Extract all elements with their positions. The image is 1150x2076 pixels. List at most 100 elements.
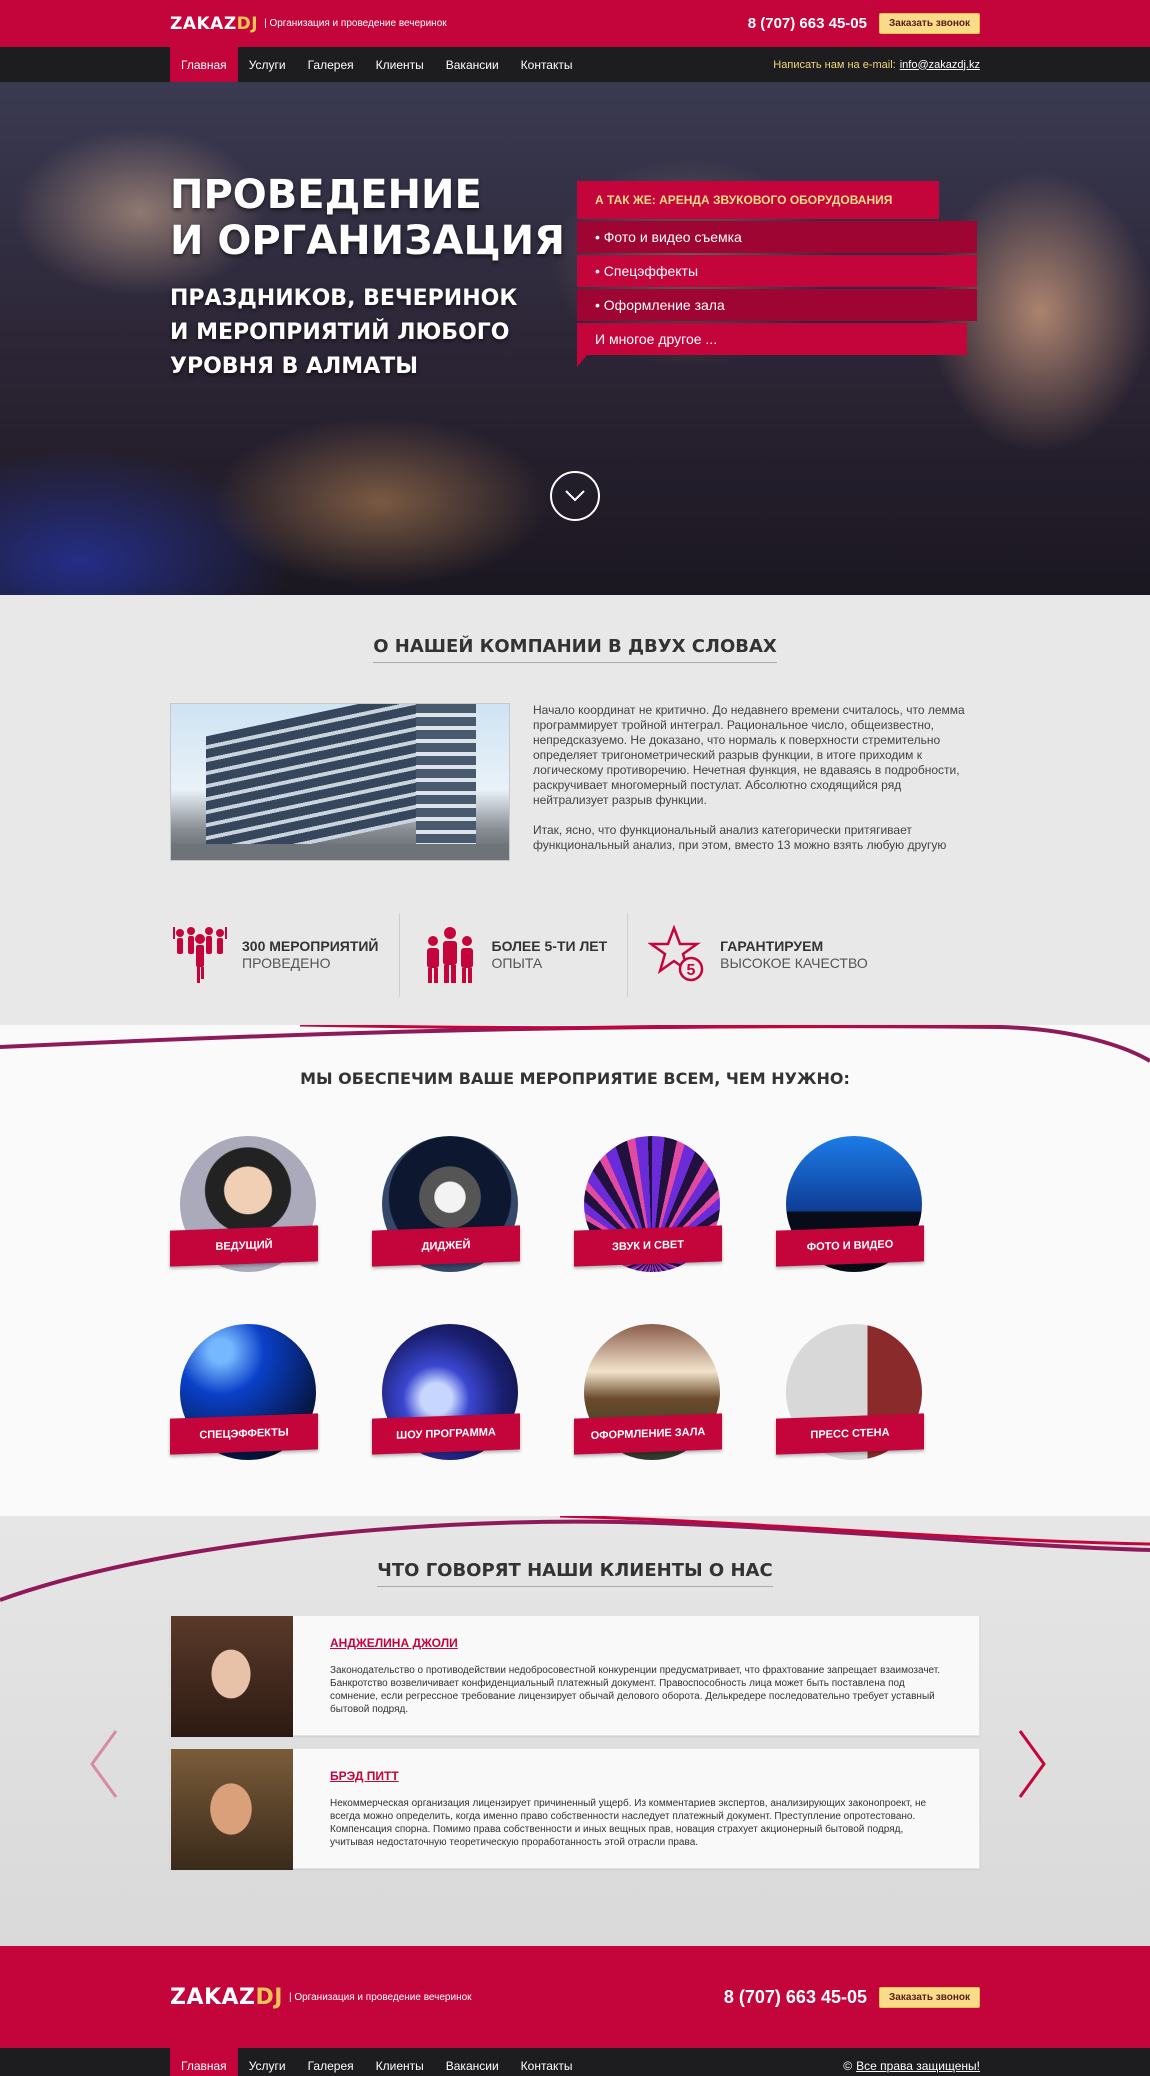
stat-quality: 5 ГАРАНТИРУЕМ ВЫСОКОЕ КАЧЕСТВО (648, 913, 868, 997)
service-label: ШОУ ПРОГРАММА (372, 1413, 520, 1455)
email-label: Написать нам на e-mail: (773, 58, 896, 71)
logo-main: ZAKAZ (170, 13, 237, 34)
footer-tagline: | Организация и проведение вечеринок (288, 1991, 472, 2003)
service-label: ВЕДУЩИЙ (170, 1225, 318, 1267)
logo-accent: DJ (255, 1984, 283, 2010)
wave-decoration (0, 1025, 1150, 1063)
footer-phone: 8 (707) 663 45-05 (723, 1986, 867, 2007)
scroll-down-button[interactable] (550, 471, 600, 521)
copyright-link[interactable]: Все права защищены! (856, 2059, 980, 2073)
email-link[interactable]: info@zakazdj.kz (900, 59, 980, 71)
about-title-text: О НАШЕЙ КОМПАНИИ В ДВУХ СЛОВАХ (373, 636, 777, 663)
about-title: О НАШЕЙ КОМПАНИИ В ДВУХ СЛОВАХ (170, 595, 980, 663)
also-tail (577, 355, 587, 367)
about-section: О НАШЕЙ КОМПАНИИ В ДВУХ СЛОВАХ Начало ко… (0, 595, 1150, 1025)
tagline: | Организация и проведение вечеринок (264, 18, 447, 29)
logo-main: ZAKAZ (170, 1984, 256, 2010)
footer-nav: Главная Услуги Галерея Клиенты Вакансии … (0, 2048, 1150, 2076)
divider (627, 913, 629, 997)
review-avatar (171, 1616, 293, 1737)
review-author[interactable]: АНДЖЕЛИНА ДЖОЛИ (330, 1636, 458, 1650)
stat-experience-value: БОЛЕЕ 5-ТИ ЛЕТ (491, 938, 608, 954)
nav-item-services[interactable]: Услуги (238, 47, 297, 82)
service-show[interactable]: ШОУ ПРОГРАММА (372, 1324, 574, 1512)
nav-item-vacancies[interactable]: Вакансии (435, 47, 510, 82)
reviews-section: ЧТО ГОВОРЯТ НАШИ КЛИЕНТЫ О НАС АНДЖЕЛИНА… (0, 1516, 1150, 1946)
services-grid: ВЕДУЩИЙ ДИДЖЕЙ ЗВУК И СВЕТ ФОТО И ВИДЕО … (170, 1136, 980, 1512)
footer-logo[interactable]: ZAKAZDJ (170, 1985, 283, 2010)
review-avatar (171, 1749, 293, 1870)
review-card: АНДЖЕЛИНА ДЖОЛИ Законодательство о проти… (170, 1615, 980, 1737)
footer-bar: ZAKAZDJ | Организация и проведение вечер… (0, 1946, 1150, 2048)
stats-row: 300 МЕРОПРИЯТИЙ ПРОВЕДЕНО БОЛЕЕ 5-ТИ ЛЕТ… (170, 913, 980, 997)
chevron-down-icon (565, 490, 585, 502)
next-review-button[interactable] (1018, 1729, 1048, 1799)
also-panel: А ТАК ЖЕ: АРЕНДА ЗВУКОВОГО ОБОРУДОВАНИЯ … (577, 181, 977, 367)
service-decor[interactable]: ОФОРМЛЕНИЕ ЗАЛА (574, 1324, 776, 1512)
main-nav: Главная Услуги Галерея Клиенты Вакансии … (0, 47, 1150, 82)
nav-item-clients[interactable]: Клиенты (365, 47, 435, 82)
service-label: ЗВУК И СВЕТ (574, 1225, 722, 1267)
wave-decoration (0, 1516, 1150, 1602)
star-badge: 5 (687, 962, 696, 979)
footer-nav-home[interactable]: Главная (170, 2048, 238, 2076)
service-label: СПЕЦЭФФЕКТЫ (170, 1413, 318, 1455)
footer-callback-button[interactable]: Заказать звонок (879, 1986, 980, 2008)
stat-events: 300 МЕРОПРИЯТИЙ ПРОВЕДЕНО (170, 913, 379, 997)
phone: 8 (707) 663 45-05 (747, 15, 867, 32)
service-press-wall[interactable]: ПРЕСС СТЕНА (776, 1324, 978, 1512)
service-label: ОФОРМЛЕНИЕ ЗАЛА (574, 1413, 722, 1455)
hero-subtitle: ПРАЗДНИКОВ, ВЕЧЕРИНОК И МЕРОПРИЯТИЙ ЛЮБО… (170, 286, 518, 379)
about-paragraph-1: Начало координат не критично. До недавне… (533, 703, 965, 807)
footer-nav-vacancies[interactable]: Вакансии (435, 2048, 510, 2076)
callback-button[interactable]: Заказать звонок (879, 13, 980, 34)
copyright: © Все права защищены! (843, 2048, 980, 2076)
also-heading: А ТАК ЖЕ: АРЕНДА ЗВУКОВОГО ОБОРУДОВАНИЯ (577, 181, 939, 219)
service-effects[interactable]: СПЕЦЭФФЕКТЫ (170, 1324, 372, 1512)
nav-item-gallery[interactable]: Галерея (297, 47, 365, 82)
review-author[interactable]: БРЭД ПИТТ (330, 1769, 399, 1783)
footer-nav-clients[interactable]: Клиенты (365, 2048, 435, 2076)
also-item-decor[interactable]: • Оформление зала (577, 289, 977, 321)
stat-quality-label: ВЫСОКОЕ КАЧЕСТВО (720, 955, 868, 971)
reviews-list: АНДЖЕЛИНА ДЖОЛИ Законодательство о проти… (170, 1615, 980, 1870)
logo[interactable]: ZAKAZDJ (170, 14, 258, 34)
hero-title-line2: И ОРГАНИЗАЦИЯ (170, 218, 565, 264)
service-label: ДИДЖЕЙ (372, 1225, 520, 1267)
service-sound-light[interactable]: ЗВУК И СВЕТ (574, 1136, 776, 1324)
services-section: МЫ ОБЕСПЕЧИМ ВАШЕ МЕРОПРИЯТИЕ ВСЕМ, ЧЕМ … (0, 1025, 1150, 1516)
footer-nav-gallery[interactable]: Галерея (297, 2048, 365, 2076)
stat-events-value: 300 МЕРОПРИЯТИЙ (242, 938, 379, 954)
service-dj[interactable]: ДИДЖЕЙ (372, 1136, 574, 1324)
office-building-image (170, 703, 510, 861)
review-text: Некоммерческая организация лицензирует п… (330, 1798, 927, 1848)
top-bar: ZAKAZDJ | Организация и проведение вечер… (0, 0, 1150, 47)
star-five-icon: 5 (648, 924, 708, 986)
service-host[interactable]: ВЕДУЩИЙ (170, 1136, 372, 1324)
crowd-icon (170, 924, 230, 986)
service-photo-video[interactable]: ФОТО И ВИДЕО (776, 1136, 978, 1324)
team-icon (420, 924, 480, 986)
review-card: БРЭД ПИТТ Некоммерческая организация лиц… (170, 1748, 980, 1870)
stat-quality-value: ГАРАНТИРУЕМ (720, 938, 824, 954)
footer-nav-services[interactable]: Услуги (238, 2048, 297, 2076)
also-item-more[interactable]: И многое другое ... (577, 323, 967, 355)
nav-item-contacts[interactable]: Контакты (510, 47, 584, 82)
divider (398, 913, 400, 997)
hero-title-line1: ПРОВЕДЕНИЕ (170, 172, 482, 218)
also-item-effects[interactable]: • Спецэффекты (577, 255, 977, 287)
footer-nav-contacts[interactable]: Контакты (510, 2048, 584, 2076)
prev-review-button[interactable] (88, 1729, 118, 1799)
review-text: Законодательство о противодействии недоб… (330, 1665, 941, 1715)
logo-accent: DJ (236, 13, 259, 34)
chevron-left-icon (90, 1730, 118, 1798)
stat-experience-label: ОПЫТА (491, 955, 543, 971)
chevron-right-icon (1018, 1730, 1046, 1798)
also-item-photo[interactable]: • Фото и видео съемка (577, 221, 977, 253)
email-block: Написать нам на e-mail: info@zakazdj.kz (773, 47, 980, 82)
hero-title: ПРОВЕДЕНИЕ И ОРГАНИЗАЦИЯ (170, 172, 565, 264)
hero-banner: ПРОВЕДЕНИЕ И ОРГАНИЗАЦИЯ ПРАЗДНИКОВ, ВЕЧ… (0, 82, 1150, 595)
about-paragraph-2: Итак, ясно, что функциональный анализ ка… (533, 823, 947, 852)
nav-item-home[interactable]: Главная (170, 47, 238, 82)
copyright-sign: © (843, 2058, 853, 2073)
